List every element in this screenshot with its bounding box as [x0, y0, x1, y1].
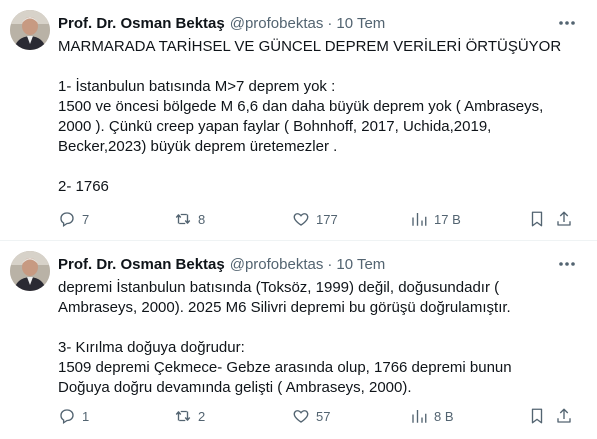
- more-icon[interactable]: [557, 16, 577, 30]
- tweet[interactable]: Prof. Dr. Osman Bektaş @profobektas · 10…: [0, 241, 597, 439]
- text-line: 3- Kırılma doğuya doğrudur:: [58, 339, 245, 356]
- text-line: 1- İstanbulun batısında M>7 deprem yok :: [58, 78, 336, 95]
- more-icon[interactable]: [557, 257, 577, 271]
- text-line: 1509 depremi Çekmece- Gebze arasında olu…: [58, 359, 512, 376]
- author-name[interactable]: Prof. Dr. Osman Bektaş: [58, 256, 225, 273]
- text-line: Becker,2023) büyük deprem üretemezler .: [58, 138, 338, 155]
- share-icon: [557, 408, 571, 423]
- repost-count: 8: [198, 211, 206, 227]
- tweet-header: Prof. Dr. Osman Bektaş @profobektas · 10…: [58, 13, 385, 33]
- tweet-text: depremi İstanbulun batısında (Toksöz, 19…: [58, 278, 578, 398]
- tweet[interactable]: Prof. Dr. Osman Bektaş @profobektas · 10…: [0, 0, 597, 240]
- text-line: 2000 ). Çünkü creep yapan faylar ( Bohnh…: [58, 118, 492, 135]
- share-icon: [557, 211, 571, 226]
- tweet-text: MARMARADA TARİHSEL VE GÜNCEL DEPREM VERİ…: [58, 37, 578, 197]
- bookmark-icon: [531, 408, 543, 424]
- separator: ·: [327, 255, 333, 273]
- author-handle[interactable]: @profobektas: [230, 256, 324, 273]
- views-count: 8 B: [434, 408, 454, 424]
- like-count: 177: [316, 211, 338, 227]
- separator: ·: [327, 14, 333, 32]
- views-icon: [412, 410, 427, 423]
- text-line: [58, 157, 578, 177]
- repost-icon: [175, 213, 191, 225]
- share-button[interactable]: [555, 406, 573, 426]
- views-button[interactable]: 17 B: [410, 209, 461, 229]
- avatar[interactable]: [10, 10, 50, 50]
- text-line: MARMARADA TARİHSEL VE GÜNCEL DEPREM VERİ…: [58, 38, 562, 55]
- tweet-date[interactable]: 10 Tem: [336, 15, 385, 32]
- like-icon: [293, 213, 309, 226]
- like-icon: [293, 410, 309, 423]
- reply-icon: [60, 409, 74, 425]
- text-line: [58, 318, 578, 338]
- repost-count: 2: [198, 408, 206, 424]
- like-count: 57: [316, 408, 331, 424]
- action-bar: 7 8 177 17 B: [58, 209, 583, 229]
- text-line: Ambraseys, 2000). 2025 M6 Silivri deprem…: [58, 299, 511, 316]
- text-line: 1500 ve öncesi bölgede M 6,6 dan daha bü…: [58, 98, 544, 115]
- tweet-date[interactable]: 10 Tem: [336, 256, 385, 273]
- bookmark-icon: [531, 211, 543, 227]
- text-line: Doğuya doğru devamında gelişti ( Ambrase…: [58, 379, 412, 396]
- text-line: 2- 1766: [58, 178, 109, 195]
- bookmark-button[interactable]: [528, 209, 546, 229]
- views-button[interactable]: 8 B: [410, 406, 454, 426]
- reply-button[interactable]: 1: [58, 406, 89, 426]
- repost-button[interactable]: 8: [174, 209, 205, 229]
- text-line: depremi İstanbulun batısında (Toksöz, 19…: [58, 279, 500, 296]
- reply-count: 7: [82, 211, 90, 227]
- tweet-header: Prof. Dr. Osman Bektaş @profobektas · 10…: [58, 254, 385, 274]
- reply-icon: [60, 212, 74, 228]
- reply-count: 1: [82, 408, 90, 424]
- views-icon: [412, 213, 427, 226]
- share-button[interactable]: [555, 209, 573, 229]
- like-button[interactable]: 177: [292, 209, 338, 229]
- like-button[interactable]: 57: [292, 406, 330, 426]
- repost-button[interactable]: 2: [174, 406, 205, 426]
- author-name[interactable]: Prof. Dr. Osman Bektaş: [58, 15, 225, 32]
- avatar[interactable]: [10, 251, 50, 291]
- text-line: [58, 57, 578, 77]
- views-count: 17 B: [434, 211, 461, 227]
- reply-button[interactable]: 7: [58, 209, 89, 229]
- action-bar: 1 2 57 8 B: [58, 406, 583, 426]
- repost-icon: [175, 410, 191, 422]
- bookmark-button[interactable]: [528, 406, 546, 426]
- author-handle[interactable]: @profobektas: [230, 15, 324, 32]
